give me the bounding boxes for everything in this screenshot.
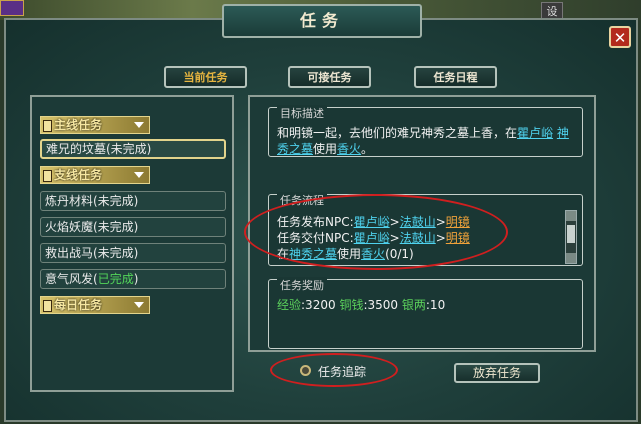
exp-value: :3200 <box>301 298 336 312</box>
window-title: 任务 <box>222 4 422 38</box>
process-box: 任务流程 任务发布NPC:瞿卢峪>法鼓山>明镜 任务交付NPC:瞿卢峪>法鼓山>… <box>268 192 583 266</box>
submit-mountain-link[interactable]: 法鼓山 <box>400 231 436 245</box>
use-item-line: 在神秀之墓使用香火(0/1) <box>277 245 414 262</box>
quest-item[interactable]: 火焰妖魔(未完成) <box>40 217 226 237</box>
objective-line-2: 秀之墓使用香火。 <box>277 140 373 157</box>
quest-item[interactable]: 救出战马(未完成) <box>40 243 226 263</box>
quest-item[interactable]: 炼丹材料(未完成) <box>40 191 226 211</box>
category-label: 支线任务 <box>54 168 103 182</box>
issue-mountain-link[interactable]: 法鼓山 <box>400 215 436 229</box>
tab-quest-schedule[interactable]: 任务日程 <box>414 66 497 88</box>
close-button[interactable]: ✕ <box>609 26 631 48</box>
objective-tomb-link-cont[interactable]: 秀之墓 <box>277 142 313 156</box>
use-text: 使用 <box>337 247 362 261</box>
chevron-down-icon <box>134 172 144 178</box>
process-header: 任务流程 <box>277 192 327 208</box>
app-corner-icon <box>0 0 24 16</box>
objective-end: 。 <box>361 142 374 156</box>
separator: > <box>389 231 400 245</box>
separator: > <box>435 231 446 245</box>
item-count: (0/1) <box>385 247 414 261</box>
submit-npc-label: 任务交付NPC: <box>277 231 354 245</box>
separator: > <box>389 215 400 229</box>
objective-item-link[interactable]: 香火 <box>337 142 361 156</box>
tomb-link[interactable]: 神秀之墓 <box>289 247 337 261</box>
submit-npc-line: 任务交付NPC:瞿卢峪>法鼓山>明镜 <box>277 229 470 246</box>
category-label: 主线任务 <box>54 118 103 132</box>
process-scrollbar[interactable] <box>565 210 577 264</box>
quest-name: 意气风发( <box>45 272 98 286</box>
tab-available-quests[interactable]: 可接任务 <box>288 66 371 88</box>
scroll-thumb[interactable] <box>567 225 575 243</box>
submit-place-link[interactable]: 瞿卢峪 <box>354 231 390 245</box>
copper-label: 铜钱 <box>339 298 364 312</box>
issue-npc-label: 任务发布NPC: <box>277 215 354 229</box>
category-side-quests[interactable]: 支线任务 <box>40 166 150 184</box>
objective-use-text: 使用 <box>313 142 338 156</box>
category-marker-icon <box>43 120 52 132</box>
quest-item[interactable]: 难兄的坟墓(未完成) <box>40 139 226 159</box>
issue-npc-line: 任务发布NPC:瞿卢峪>法鼓山>明镜 <box>277 213 470 230</box>
issue-npc-link[interactable]: 明镜 <box>446 215 470 229</box>
category-main-quests[interactable]: 主线任务 <box>40 116 150 134</box>
submit-npc-link[interactable]: 明镜 <box>446 231 470 245</box>
scroll-up-icon[interactable] <box>566 211 576 221</box>
objective-location-link[interactable]: 瞿卢峪 <box>517 126 553 140</box>
at-text: 在 <box>277 247 290 261</box>
scroll-down-icon[interactable] <box>566 253 576 263</box>
silver-label: 银两 <box>401 298 426 312</box>
category-marker-icon <box>43 170 52 182</box>
issue-place-link[interactable]: 瞿卢峪 <box>354 215 390 229</box>
chevron-down-icon <box>134 302 144 308</box>
reward-box: 任务奖励 经验:3200 铜钱:3500 银两:10 <box>268 277 583 349</box>
track-quest-label[interactable]: 任务追踪 <box>318 363 366 380</box>
category-marker-icon <box>43 300 52 312</box>
quest-item[interactable]: 意气风发(已完成) <box>40 269 226 289</box>
objective-text: 和明镜一起，去他们的难兄神秀之墓上香，在 <box>277 126 518 140</box>
separator: > <box>435 215 446 229</box>
category-label: 每日任务 <box>54 298 103 312</box>
objective-box: 目标描述 和明镜一起，去他们的难兄神秀之墓上香，在瞿卢峪 神 秀之墓使用香火。 <box>268 105 583 157</box>
category-daily-quests[interactable]: 每日任务 <box>40 296 150 314</box>
abandon-quest-button[interactable]: 放弃任务 <box>454 363 540 383</box>
copper-value: :3500 <box>363 298 399 312</box>
quest-status-complete: 已完成 <box>97 272 134 286</box>
objective-tomb-link[interactable]: 神 <box>557 126 569 140</box>
objective-line-1: 和明镜一起，去他们的难兄神秀之墓上香，在瞿卢峪 神 <box>277 124 569 141</box>
objective-header: 目标描述 <box>277 105 327 121</box>
track-quest-radio[interactable] <box>300 365 311 376</box>
item-link[interactable]: 香火 <box>361 247 385 261</box>
chevron-down-icon <box>134 122 144 128</box>
reward-line: 经验:3200 铜钱:3500 银两:10 <box>277 296 445 313</box>
quest-name-suffix: ) <box>133 272 139 286</box>
tab-current-quests[interactable]: 当前任务 <box>164 66 247 88</box>
exp-label: 经验 <box>277 298 302 312</box>
reward-header: 任务奖励 <box>277 277 327 293</box>
silver-value: :10 <box>425 298 446 312</box>
